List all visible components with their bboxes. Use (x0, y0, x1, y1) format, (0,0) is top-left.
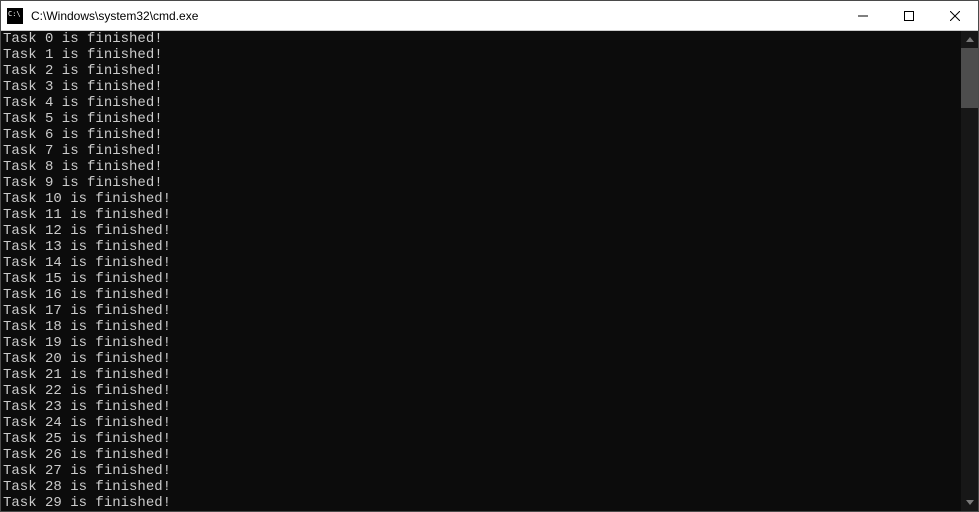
terminal-line: Task 19 is finished! (3, 335, 959, 351)
window-title: C:\Windows\system32\cmd.exe (29, 9, 840, 23)
scroll-down-arrow-icon[interactable] (961, 494, 978, 511)
scrollbar-track[interactable] (961, 48, 978, 494)
terminal-line: Task 0 is finished! (3, 31, 959, 47)
terminal-area: Task 0 is finished!Task 1 is finished!Ta… (1, 31, 978, 511)
titlebar[interactable]: C:\Windows\system32\cmd.exe (1, 1, 978, 31)
terminal-line: Task 28 is finished! (3, 479, 959, 495)
terminal-line: Task 23 is finished! (3, 399, 959, 415)
scroll-up-arrow-icon[interactable] (961, 31, 978, 48)
maximize-icon (904, 11, 914, 21)
maximize-button[interactable] (886, 1, 932, 30)
terminal-line: Task 26 is finished! (3, 447, 959, 463)
window-controls (840, 1, 978, 30)
terminal-line: Task 5 is finished! (3, 111, 959, 127)
terminal-line: Task 9 is finished! (3, 175, 959, 191)
terminal-line: Task 22 is finished! (3, 383, 959, 399)
terminal-line: Task 3 is finished! (3, 79, 959, 95)
terminal-line: Task 17 is finished! (3, 303, 959, 319)
terminal-line: Task 20 is finished! (3, 351, 959, 367)
minimize-button[interactable] (840, 1, 886, 30)
scrollbar-thumb[interactable] (961, 48, 978, 108)
terminal-line: Task 13 is finished! (3, 239, 959, 255)
terminal-line: Task 27 is finished! (3, 463, 959, 479)
terminal-line: Task 15 is finished! (3, 271, 959, 287)
terminal-line: Task 21 is finished! (3, 367, 959, 383)
terminal-output[interactable]: Task 0 is finished!Task 1 is finished!Ta… (1, 31, 961, 511)
terminal-line: Task 24 is finished! (3, 415, 959, 431)
terminal-line: Task 18 is finished! (3, 319, 959, 335)
terminal-line: Task 29 is finished! (3, 495, 959, 511)
terminal-line: Task 1 is finished! (3, 47, 959, 63)
terminal-line: Task 14 is finished! (3, 255, 959, 271)
terminal-line: Task 7 is finished! (3, 143, 959, 159)
cmd-icon (7, 8, 23, 24)
terminal-line: Task 16 is finished! (3, 287, 959, 303)
terminal-line: Task 25 is finished! (3, 431, 959, 447)
close-button[interactable] (932, 1, 978, 30)
cmd-window: C:\Windows\system32\cmd.exe Task 0 is fi… (0, 0, 979, 512)
terminal-line: Task 2 is finished! (3, 63, 959, 79)
terminal-line: Task 4 is finished! (3, 95, 959, 111)
vertical-scrollbar[interactable] (961, 31, 978, 511)
terminal-line: Task 12 is finished! (3, 223, 959, 239)
terminal-line: Task 11 is finished! (3, 207, 959, 223)
terminal-line: Task 6 is finished! (3, 127, 959, 143)
close-icon (950, 11, 960, 21)
terminal-line: Task 10 is finished! (3, 191, 959, 207)
minimize-icon (858, 11, 868, 21)
terminal-line: Task 8 is finished! (3, 159, 959, 175)
